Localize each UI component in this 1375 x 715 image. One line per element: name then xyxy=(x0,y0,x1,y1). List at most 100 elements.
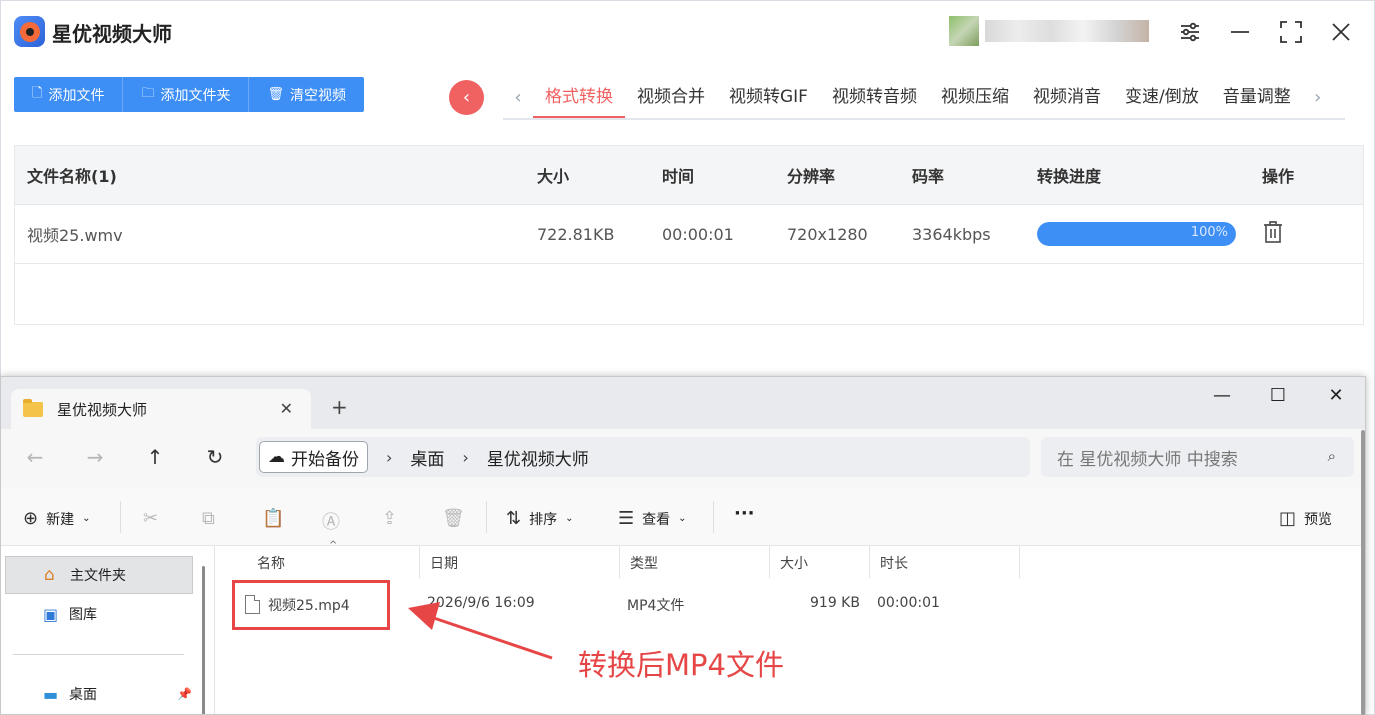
file-bitrate-cell: 3364kbps xyxy=(912,224,991,244)
chevron-left-icon: ‹ xyxy=(462,87,471,108)
tab-format-convert[interactable]: 格式转换 xyxy=(533,77,625,118)
desktop-icon: ▬ xyxy=(43,684,59,704)
back-arrow-icon[interactable]: ← xyxy=(20,445,50,469)
breadcrumb-desktop[interactable]: 桌面 xyxy=(410,445,444,470)
col-header-size[interactable]: 大小 xyxy=(770,546,870,578)
sidebar-item-home[interactable]: ⌂ 主文件夹 xyxy=(5,556,193,594)
explorer-tab-title: 星优视频大师 xyxy=(57,400,148,419)
tab-video-to-gif[interactable]: 视频转GIF xyxy=(717,77,820,118)
chevron-down-icon: ⌄ xyxy=(565,513,574,524)
close-icon[interactable]: ✕ xyxy=(1321,385,1351,406)
view-button[interactable]: ☰ 查看 ⌄ xyxy=(618,508,687,529)
user-account-blurred[interactable] xyxy=(949,15,1149,47)
cut-button[interactable]: ✂ xyxy=(143,508,158,529)
minimize-icon[interactable]: — xyxy=(1207,385,1237,406)
rename-button[interactable]: Ⓐ xyxy=(322,508,340,534)
tab-video-mute[interactable]: 视频消音 xyxy=(1021,77,1113,118)
progress-cell: 100% xyxy=(1025,222,1250,246)
progress-label: 100% xyxy=(1190,225,1228,240)
up-arrow-icon[interactable]: ↑ xyxy=(140,445,170,469)
sidebar-item-gallery[interactable]: ▣ 图库 xyxy=(5,595,193,633)
explorer-tab[interactable]: 星优视频大师 ✕ xyxy=(11,389,311,429)
delete-button[interactable]: 🗑 xyxy=(442,508,465,529)
tab-video-compress[interactable]: 视频压缩 xyxy=(929,77,1021,118)
avatar xyxy=(949,16,979,46)
user-name-blurred xyxy=(985,20,1149,42)
sort-icon: ⇅ xyxy=(506,508,522,529)
fullscreen-icon[interactable] xyxy=(1274,15,1308,49)
address-bar[interactable]: ☁ 开始备份 › 桌面 › 星优视频大师 xyxy=(256,437,1030,477)
col-header-type[interactable]: 类型 xyxy=(620,546,770,578)
preview-button[interactable]: ◫ 预览 xyxy=(1279,508,1332,529)
chevron-right-icon: › xyxy=(462,447,469,467)
divider xyxy=(713,501,714,533)
col-header-duration[interactable]: 时长 xyxy=(870,546,1020,578)
pin-icon[interactable]: 📌 xyxy=(177,687,192,701)
close-icon[interactable] xyxy=(1324,15,1358,49)
scissors-icon: ✂ xyxy=(143,508,159,529)
file-type: MP4文件 xyxy=(627,598,685,614)
annotation-arrow-icon xyxy=(408,602,553,660)
chevron-down-icon: ⌄ xyxy=(678,513,687,524)
table-row[interactable]: 视频25.wmv 722.81KB 00:00:01 720x1280 3364… xyxy=(15,205,1363,264)
new-button[interactable]: ⊕ 新建 ⌄ xyxy=(23,508,90,529)
breadcrumb-folder[interactable]: 星优视频大师 xyxy=(487,445,589,470)
plus-circle-icon: ⊕ xyxy=(23,508,39,529)
clear-videos-button[interactable]: 🗑 清空视频 xyxy=(249,77,364,112)
share-button[interactable]: ⇪ xyxy=(382,508,397,529)
paste-button[interactable]: 📋 xyxy=(262,508,284,529)
sidebar-scrollbar[interactable] xyxy=(202,566,205,714)
minimize-icon[interactable] xyxy=(1223,15,1257,49)
add-file-button[interactable]: 🗋 添加文件 xyxy=(14,77,124,112)
preview-label: 预览 xyxy=(1304,511,1333,528)
tab-speed-reverse[interactable]: 变速/倒放 xyxy=(1113,77,1211,118)
refresh-icon[interactable]: ↻ xyxy=(200,445,230,469)
divider xyxy=(120,501,121,533)
tab-video-to-audio[interactable]: 视频转音频 xyxy=(820,77,929,118)
delete-trash-icon[interactable] xyxy=(1262,220,1284,249)
tab-volume-adjust[interactable]: 音量调整 xyxy=(1211,77,1303,118)
collapse-panel-button[interactable]: ‹ xyxy=(449,80,484,115)
file-size-cell: 722.81KB xyxy=(537,224,615,244)
new-label: 新建 xyxy=(46,511,75,528)
annotation-label: 转换后MP4文件 xyxy=(578,648,784,682)
clipboard-icon: 📋 xyxy=(262,508,285,529)
explorer-command-bar: ⊕ 新建 ⌄ ✂ ⧉ 📋 Ⓐ ⇪ 🗑 ⇅ 排序 ⌄ ☰ 查看 ⌄ ··· ◫ 预… xyxy=(1,489,1365,546)
file-icon: 🗋 xyxy=(32,85,43,101)
view-list-icon: ☰ xyxy=(618,508,635,529)
table-header: 文件名称(1) 大小 时间 分辨率 码率 转换进度 操作 xyxy=(15,146,1363,205)
new-tab-plus-icon[interactable]: + xyxy=(331,395,348,419)
sort-button[interactable]: ⇅ 排序 ⌄ xyxy=(506,508,573,529)
breadcrumb-root[interactable]: ☁ 开始备份 xyxy=(259,441,368,473)
app-title: 星优视频大师 xyxy=(52,22,172,46)
col-header-date[interactable]: 日期 xyxy=(420,546,620,578)
col-header-progress: 转换进度 xyxy=(1037,167,1102,186)
file-action-buttons: 🗋 添加文件 🗀 添加文件夹 🗑 清空视频 xyxy=(14,77,364,112)
copy-button[interactable]: ⧉ xyxy=(202,508,215,529)
view-label: 查看 xyxy=(642,511,671,528)
search-input[interactable]: 在 星优视频大师 中搜索 ⌕ xyxy=(1041,437,1354,477)
search-icon: ⌕ xyxy=(1327,447,1336,465)
explorer-tabbar: 星优视频大师 ✕ + — ☐ ✕ xyxy=(1,377,1365,429)
rename-icon: Ⓐ xyxy=(322,512,340,533)
sidebar-item-desktop[interactable]: ▬ 桌面 xyxy=(5,675,193,713)
conversion-progress-bar: 100% xyxy=(1037,222,1236,246)
more-options-button[interactable]: ··· xyxy=(734,503,755,524)
maximize-icon[interactable]: ☐ xyxy=(1263,385,1293,406)
file-table: 文件名称(1) 大小 时间 分辨率 码率 转换进度 操作 视频25.wmv 72… xyxy=(14,145,1364,325)
copy-icon: ⧉ xyxy=(202,508,215,529)
tab-close-icon[interactable]: ✕ xyxy=(280,399,293,418)
forward-arrow-icon[interactable]: → xyxy=(80,445,110,469)
col-header-name[interactable]: 名称 xyxy=(247,546,420,578)
tabs-scroll-right-icon[interactable]: › xyxy=(1303,87,1333,108)
add-folder-button[interactable]: 🗀 添加文件夹 xyxy=(123,77,250,112)
chevron-right-icon: › xyxy=(386,447,393,467)
app-logo-icon xyxy=(14,16,45,47)
explorer-scrollbar[interactable] xyxy=(1361,430,1365,715)
settings-sliders-icon[interactable] xyxy=(1173,15,1207,49)
tabs-scroll-left-icon[interactable]: ‹ xyxy=(503,87,533,108)
tab-video-merge[interactable]: 视频合并 xyxy=(625,77,717,118)
preview-pane-icon: ◫ xyxy=(1279,508,1297,529)
col-header-bitrate: 码率 xyxy=(912,167,945,186)
chevron-down-icon: ⌄ xyxy=(82,513,91,524)
